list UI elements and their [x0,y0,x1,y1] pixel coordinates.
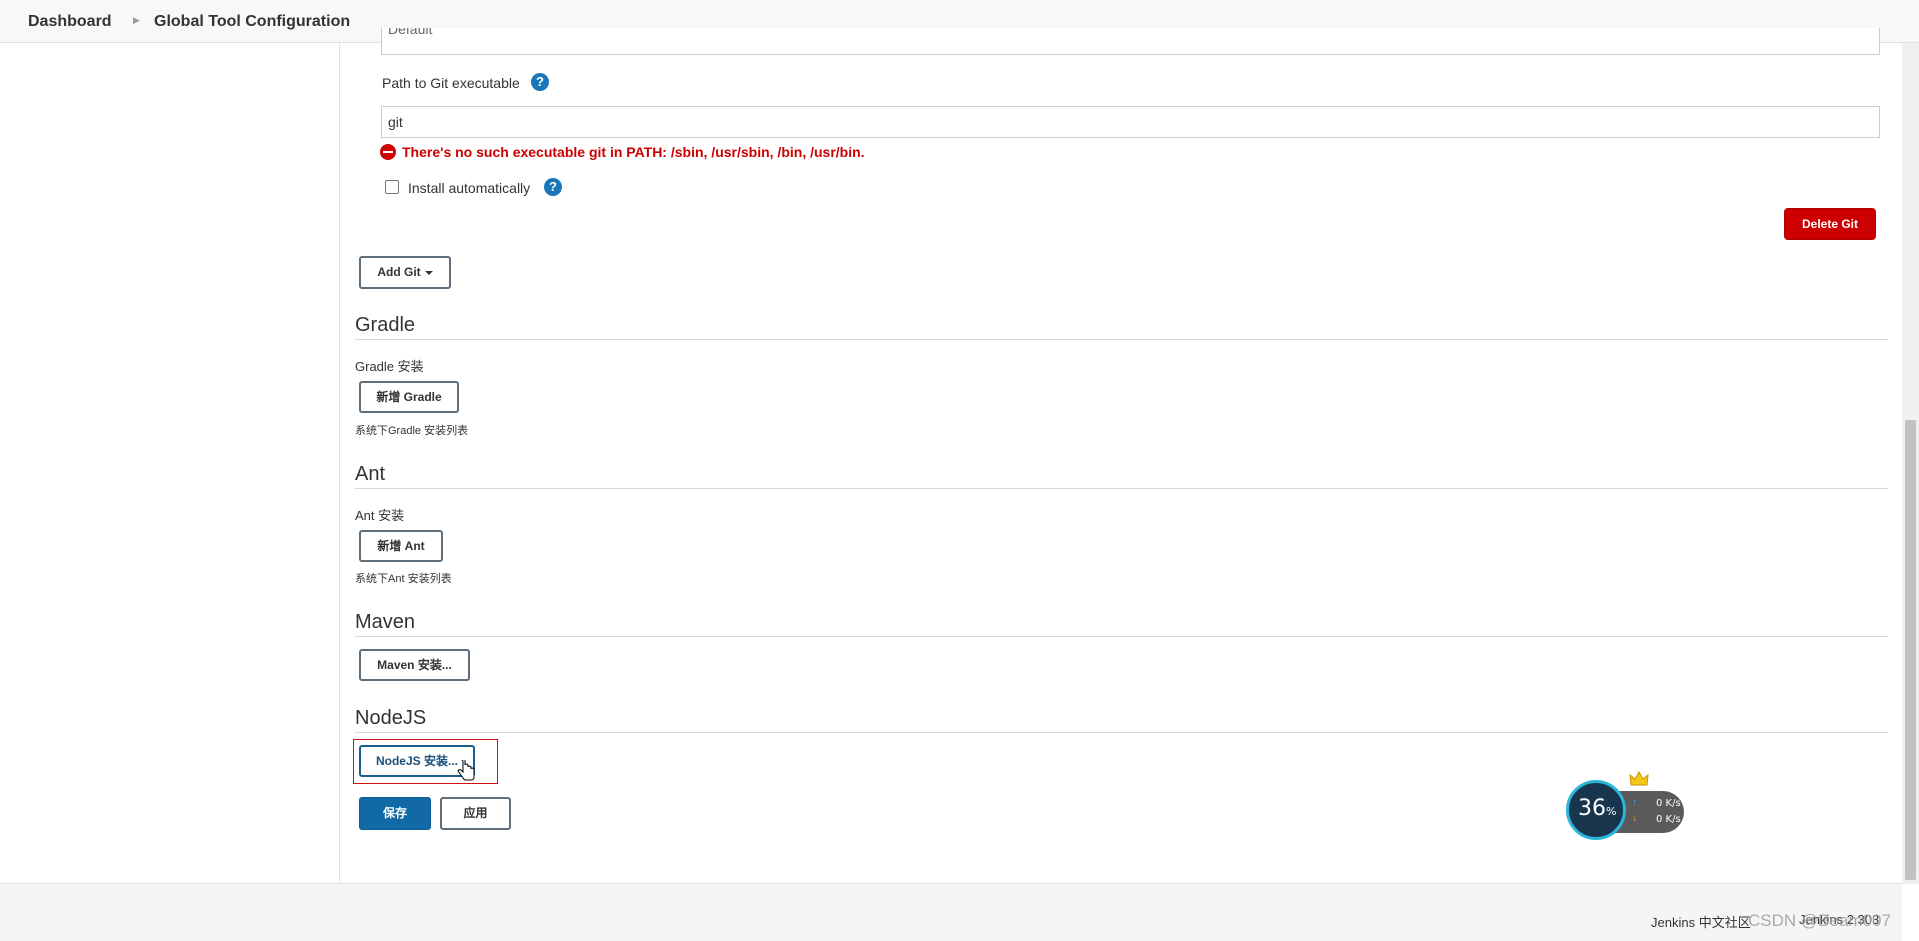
chevron-right-icon: ▶ [133,15,140,25]
nodejs-section-title: NodeJS [355,707,427,729]
ant-section-title: Ant [355,463,386,485]
scrollbar-thumb[interactable] [1905,420,1916,880]
footer: Jenkins 中文社区 Jenkins 2.303 [0,883,1902,941]
install-automatically-checkbox[interactable] [385,180,399,194]
upload-speed: 0 K/s [1656,798,1681,809]
delete-git-button[interactable]: Delete Git [1784,208,1876,240]
add-git-button[interactable]: Add Git [359,256,451,289]
nodejs-install-label: NodeJS 安装... [375,754,458,768]
git-error-message: There's no such executable git in PATH: … [402,144,865,160]
git-path-label: Path to Git executable [382,75,520,91]
upload-arrow-icon: ↑ [1632,797,1637,808]
error-icon [380,144,396,160]
git-name-value: Default [388,28,433,37]
git-name-input[interactable]: Default [381,28,1880,55]
install-automatically-label: Install automatically [408,180,531,196]
git-path-input[interactable]: git [381,106,1880,138]
section-divider [355,636,1888,637]
gradle-description: 系统下Gradle 安装列表 [355,425,469,437]
vertical-scrollbar[interactable] [1902,43,1919,884]
hand-cursor-icon [457,760,475,781]
save-button[interactable]: 保存 [359,797,431,830]
section-divider [355,732,1888,733]
cpu-percent-unit: % [1606,805,1617,818]
crown-icon [1629,770,1649,786]
ant-description: 系统下Ant 安装列表 [355,573,452,585]
cpu-percent-value: 36 [1578,796,1606,821]
section-divider [355,488,1888,489]
save-label: 保存 [382,806,407,820]
ant-install-label: Ant 安装 [355,508,405,523]
add-ant-label: 新增 Ant [377,539,425,553]
watermark: CSDN @Beam007 [1748,911,1891,930]
add-gradle-button[interactable]: 新增 Gradle [359,381,459,413]
help-icon[interactable]: ? [531,73,549,91]
breadcrumb-dashboard[interactable]: Dashboard [28,13,112,31]
gradle-section-title: Gradle [355,314,416,336]
add-ant-button[interactable]: 新增 Ant [359,530,443,562]
cpu-percent: 36% [1578,796,1616,821]
caret-down-icon [424,270,433,275]
git-path-value: git [388,114,403,130]
maven-section-title: Maven [355,611,416,633]
jenkins-community-link[interactable]: Jenkins 中文社区 [1651,912,1751,931]
section-divider [355,339,1888,340]
add-gradle-label: 新增 Gradle [376,390,442,404]
download-arrow-icon: ↓ [1632,813,1637,824]
sidebar-divider [339,43,340,883]
add-git-label: Add Git [377,265,421,279]
download-speed: 0 K/s [1656,814,1681,825]
breadcrumb-global-tool-configuration[interactable]: Global Tool Configuration [154,13,350,31]
apply-label: 应用 [463,806,488,820]
maven-install-button[interactable]: Maven 安装... [359,649,470,681]
delete-git-label: Delete Git [1801,217,1858,231]
apply-button[interactable]: 应用 [440,797,511,830]
network-speed-widget[interactable]: 36% ↑ ↓ 0 K/s 0 K/s [1566,770,1690,844]
maven-install-label: Maven 安装... [377,658,452,672]
help-icon[interactable]: ? [544,178,562,196]
gradle-install-label: Gradle 安装 [355,359,424,374]
